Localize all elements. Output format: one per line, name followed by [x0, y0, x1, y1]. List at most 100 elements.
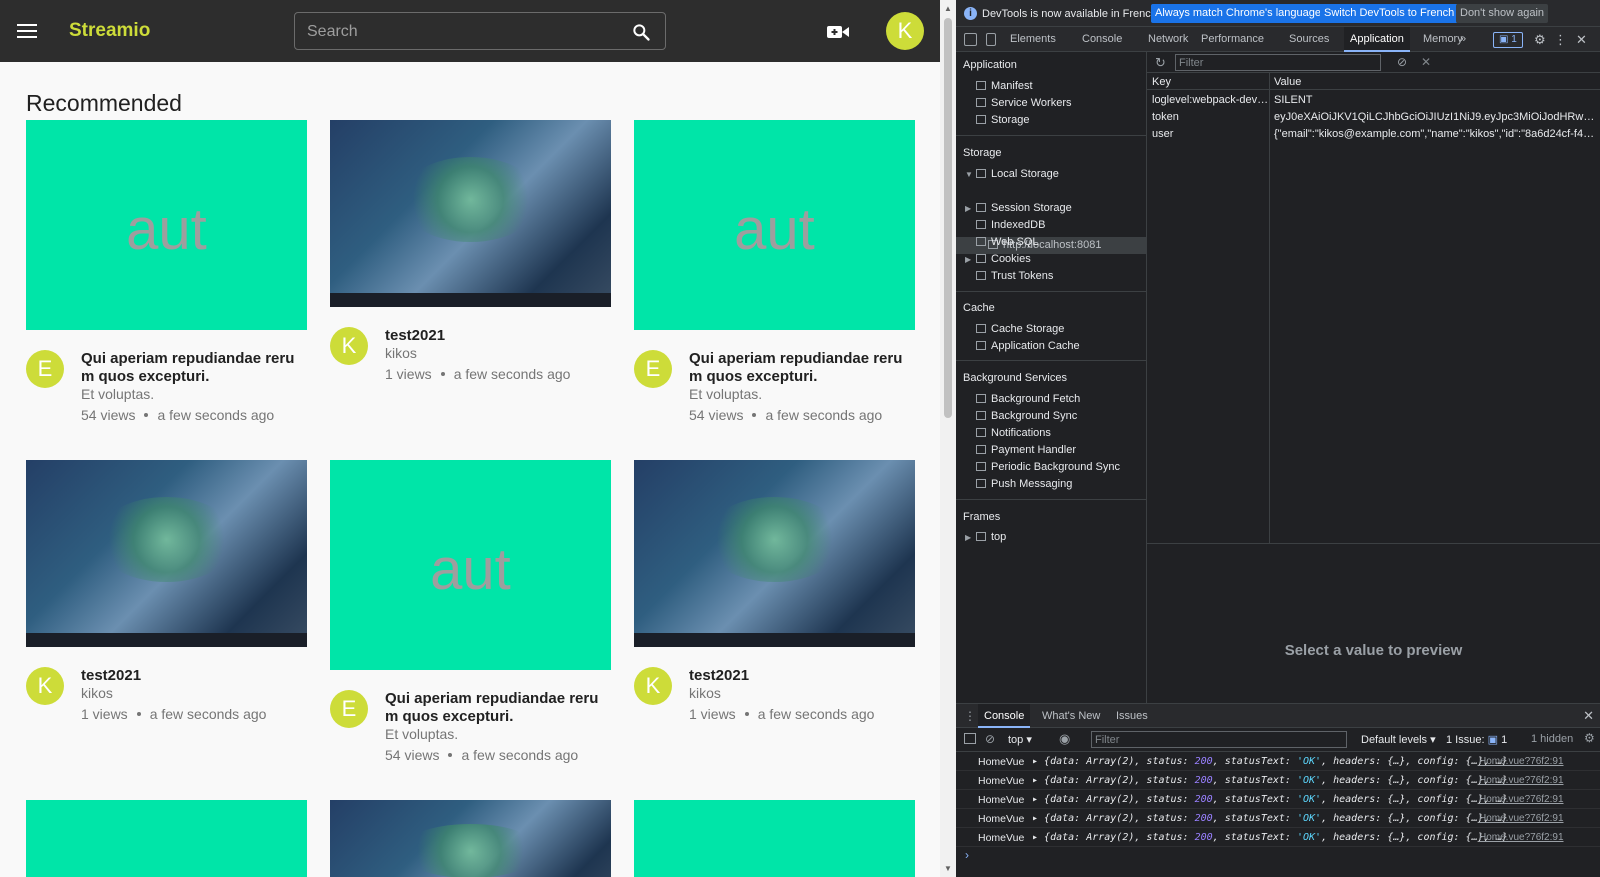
dont-show-again-button[interactable]: Don't show again — [1456, 4, 1549, 23]
video-card[interactable]: aut E Qui aperiam repudiandae reru m quo… — [330, 460, 611, 780]
channel-name[interactable]: kikos — [689, 685, 721, 701]
issues-counter[interactable]: 1 Issue: ▣ 1 — [1446, 733, 1507, 746]
collapsed-triangle-icon[interactable]: ▶ — [965, 533, 971, 542]
channel-name[interactable]: Et voluptas. — [81, 386, 154, 402]
video-card[interactable] — [634, 800, 915, 877]
sidebar-item-cookies[interactable]: Cookies — [976, 253, 1031, 265]
log-source-link[interactable]: Home.vue?76f2:91 — [1479, 832, 1564, 843]
video-thumbnail[interactable] — [634, 800, 915, 877]
video-thumbnail[interactable] — [26, 800, 307, 877]
channel-avatar[interactable]: E — [26, 350, 64, 388]
search-icon[interactable] — [631, 22, 651, 42]
brand-logo[interactable]: Streamio — [69, 20, 150, 42]
devtools-tab-performance[interactable]: Performance — [1195, 27, 1270, 52]
sidebar-item-application-cache[interactable]: Application Cache — [976, 340, 1080, 352]
sidebar-item-service-workers[interactable]: Service Workers — [976, 97, 1071, 109]
clear-console-icon[interactable]: ⊘ — [985, 732, 995, 746]
storage-table-row[interactable]: user {"email":"kikos@example.com","name":… — [1147, 126, 1600, 143]
storage-value[interactable]: SILENT — [1274, 94, 1597, 106]
devtools-tab-elements[interactable]: Elements — [1004, 27, 1062, 52]
switch-to-french-button[interactable]: Switch DevTools to French — [1320, 4, 1459, 23]
console-log-entry[interactable]: HomeVue ▸ {data: Array(2), status: 200, … — [956, 790, 1600, 809]
video-title[interactable]: Qui aperiam repudiandae reru m quos exce… — [689, 350, 909, 386]
video-card[interactable] — [26, 800, 307, 877]
video-title[interactable]: test2021 — [689, 667, 909, 685]
video-card[interactable]: K test2021 kikos 1 views a few seconds ag… — [26, 460, 307, 757]
console-log-entry[interactable]: HomeVue ▸ {data: Array(2), status: 200, … — [956, 752, 1600, 771]
sidebar-item-cache-storage[interactable]: Cache Storage — [976, 323, 1064, 335]
log-message[interactable]: ▸ {data: Array(2), status: 200, statusTe… — [1032, 813, 1508, 824]
devtools-tab-console[interactable]: Console — [1076, 27, 1128, 52]
channel-avatar[interactable]: E — [634, 350, 672, 388]
scroll-up-arrow-icon[interactable]: ▲ — [944, 4, 952, 13]
storage-value[interactable]: {"email":"kikos@example.com","name":"kik… — [1274, 128, 1597, 140]
video-title[interactable]: Qui aperiam repudiandae reru m quos exce… — [385, 690, 605, 726]
channel-avatar[interactable]: K — [330, 327, 368, 365]
storage-key[interactable]: user — [1152, 128, 1270, 140]
sidebar-item-notifications[interactable]: Notifications — [976, 427, 1051, 439]
video-thumbnail[interactable] — [330, 800, 611, 877]
column-header-value[interactable]: Value — [1274, 76, 1597, 88]
channel-avatar[interactable]: K — [634, 667, 672, 705]
collapsed-triangle-icon[interactable]: ▶ — [965, 255, 971, 264]
sidebar-item-storage[interactable]: Storage — [976, 114, 1030, 126]
console-log-entry[interactable]: HomeVue ▸ {data: Array(2), status: 200, … — [956, 771, 1600, 790]
scrollbar-thumb[interactable] — [944, 18, 952, 418]
storage-key[interactable]: token — [1152, 111, 1270, 123]
devtools-tab-sources[interactable]: Sources — [1283, 27, 1335, 52]
column-divider[interactable] — [1269, 73, 1270, 543]
video-thumbnail[interactable] — [26, 460, 307, 647]
sidebar-item-local-storage[interactable]: Local Storage — [976, 168, 1059, 180]
log-message[interactable]: ▸ {data: Array(2), status: 200, statusTe… — [1032, 756, 1508, 767]
console-settings-gear-icon[interactable]: ⚙ — [1584, 731, 1595, 745]
refresh-icon[interactable]: ↻ — [1155, 55, 1166, 71]
more-tabs-icon[interactable]: » — [1454, 27, 1472, 52]
storage-key[interactable]: loglevel:webpack-dev-s... — [1152, 94, 1270, 106]
drawer-menu-icon[interactable]: ⋮ — [964, 709, 976, 723]
video-thumbnail[interactable]: aut — [26, 120, 307, 330]
storage-value[interactable]: eyJ0eXAiOiJKV1QiLCJhbGciOiJIUzI1NiJ9.eyJ… — [1274, 111, 1597, 123]
sidebar-item-trust-tokens[interactable]: Trust Tokens — [976, 270, 1053, 282]
user-avatar[interactable]: K — [886, 12, 924, 50]
device-toolbar-icon[interactable] — [986, 33, 996, 46]
search-box[interactable] — [294, 12, 666, 50]
collapsed-triangle-icon[interactable]: ▶ — [965, 204, 971, 213]
issues-badge[interactable]: ▣ 1 — [1493, 32, 1523, 48]
drawer-tab-what-s-new[interactable]: What's New — [1036, 704, 1106, 728]
sidebar-item-web-sql[interactable]: Web SQL — [976, 236, 1039, 248]
channel-avatar[interactable]: E — [330, 690, 368, 728]
inspect-element-icon[interactable] — [964, 33, 977, 46]
video-title[interactable]: test2021 — [385, 327, 605, 345]
channel-avatar[interactable]: K — [26, 667, 64, 705]
video-card[interactable] — [330, 800, 611, 877]
context-selector[interactable]: top ▾ — [1008, 733, 1032, 746]
video-title[interactable]: test2021 — [81, 667, 301, 685]
sidebar-item-background-sync[interactable]: Background Sync — [976, 410, 1077, 422]
video-card[interactable]: K test2021 kikos 1 views a few seconds ag… — [634, 460, 915, 757]
console-log-entry[interactable]: HomeVue ▸ {data: Array(2), status: 200, … — [956, 828, 1600, 847]
video-thumbnail[interactable]: aut — [330, 460, 611, 670]
log-message[interactable]: ▸ {data: Array(2), status: 200, statusTe… — [1032, 794, 1508, 805]
console-log-entry[interactable]: HomeVue ▸ {data: Array(2), status: 200, … — [956, 809, 1600, 828]
log-source-link[interactable]: Home.vue?76f2:91 — [1479, 813, 1564, 824]
log-source-link[interactable]: Home.vue?76f2:91 — [1479, 756, 1564, 767]
console-filter-input[interactable] — [1091, 731, 1347, 748]
drawer-tab-issues[interactable]: Issues — [1110, 704, 1154, 728]
video-thumbnail[interactable] — [330, 120, 611, 307]
sidebar-item-payment-handler[interactable]: Payment Handler — [976, 444, 1076, 456]
pane-divider[interactable] — [1147, 543, 1600, 544]
live-expression-eye-icon[interactable]: ◉ — [1059, 731, 1070, 747]
devtools-tab-application[interactable]: Application — [1344, 27, 1410, 52]
log-source-link[interactable]: Home.vue?76f2:91 — [1479, 775, 1564, 786]
video-card[interactable]: aut E Qui aperiam repudiandae reru m quo… — [634, 120, 915, 440]
video-thumbnail[interactable]: aut — [634, 120, 915, 330]
sidebar-item-session-storage[interactable]: Session Storage — [976, 202, 1072, 214]
drawer-tab-console[interactable]: Console — [978, 704, 1031, 728]
video-card[interactable]: aut E Qui aperiam repudiandae reru m quo… — [26, 120, 307, 440]
channel-name[interactable]: Et voluptas. — [689, 386, 762, 402]
channel-name[interactable]: kikos — [81, 685, 113, 701]
delete-selected-icon[interactable]: ✕ — [1421, 55, 1431, 69]
expanded-triangle-icon[interactable]: ▼ — [965, 170, 973, 179]
column-header-key[interactable]: Key — [1152, 76, 1270, 88]
console-prompt-icon[interactable]: › — [965, 848, 969, 862]
